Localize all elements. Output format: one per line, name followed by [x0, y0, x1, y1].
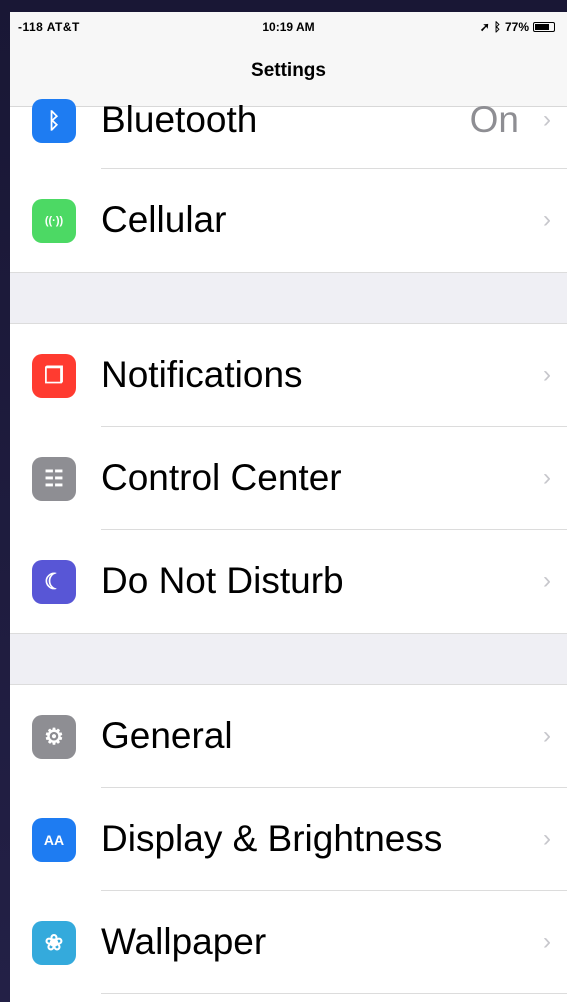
chevron-right-icon: ›	[543, 360, 551, 388]
chevron-right-icon: ›	[543, 106, 551, 133]
battery-icon	[533, 22, 555, 32]
chevron-right-icon: ›	[543, 927, 551, 955]
control-center-icon: ☷	[32, 456, 76, 501]
settings-row-notifications[interactable]: ❒ Notifications ›	[10, 324, 567, 427]
chevron-right-icon: ›	[543, 463, 551, 491]
bluetooth-status-icon: ᛒ	[493, 20, 501, 34]
row-separator	[101, 993, 567, 994]
chevron-right-icon: ›	[543, 566, 551, 594]
settings-row-wallpaper[interactable]: ❀ Wallpaper ›	[10, 891, 567, 994]
settings-row-general[interactable]: ⚙ General ›	[10, 685, 567, 788]
group-spacer	[10, 272, 567, 324]
settings-row-display-brightness[interactable]: AA Display & Brightness ›	[10, 788, 567, 891]
settings-row-label: Control Center	[101, 456, 342, 498]
chevron-right-icon: ›	[543, 721, 551, 749]
settings-row-control-center[interactable]: ☷ Control Center ›	[10, 427, 567, 530]
status-bar: -118 AT&T 10:19 AM ➚ ᛒ 77%	[10, 12, 567, 42]
nav-bar: Settings	[10, 42, 567, 107]
location-icon: ➚	[479, 20, 490, 34]
settings-row-cellular[interactable]: ((·)) Cellular ›	[10, 169, 567, 272]
settings-list: ᛒ Bluetooth On › ((·)) Cellular › ❒ Notification…	[10, 99, 567, 994]
settings-row-label: Display & Brightness	[101, 817, 443, 859]
settings-row-label: Bluetooth	[101, 99, 258, 140]
settings-row-label: Cellular	[101, 198, 227, 240]
settings-screen: -118 AT&T 10:19 AM ➚ ᛒ 77% Settings ᛒ Blu…	[10, 12, 567, 1002]
cellular-icon: ((·))	[32, 198, 76, 243]
status-right: ➚ ᛒ 77%	[480, 20, 555, 34]
settings-row-label: Wallpaper	[101, 920, 267, 962]
chevron-right-icon: ›	[543, 824, 551, 852]
chevron-right-icon: ›	[543, 205, 551, 233]
moon-icon: ☾	[32, 559, 76, 604]
wallpaper-icon: ❀	[32, 920, 76, 965]
battery-percent: 77%	[504, 20, 529, 34]
page-title: Settings	[251, 60, 326, 81]
settings-row-do-not-disturb[interactable]: ☾ Do Not Disturb ›	[10, 530, 567, 633]
notifications-icon: ❒	[32, 353, 76, 398]
bluetooth-icon: ᛒ	[32, 99, 76, 143]
settings-row-label: Notifications	[101, 353, 303, 395]
gear-icon: ⚙	[32, 714, 76, 759]
settings-row-label: General	[101, 714, 233, 756]
group-spacer	[10, 633, 567, 685]
settings-row-label: Do Not Disturb	[101, 559, 344, 601]
battery-fill	[535, 24, 549, 30]
settings-row-value: On	[469, 99, 519, 140]
settings-row-bluetooth[interactable]: ᛒ Bluetooth On ›	[10, 99, 567, 169]
display-icon: AA	[32, 817, 76, 862]
